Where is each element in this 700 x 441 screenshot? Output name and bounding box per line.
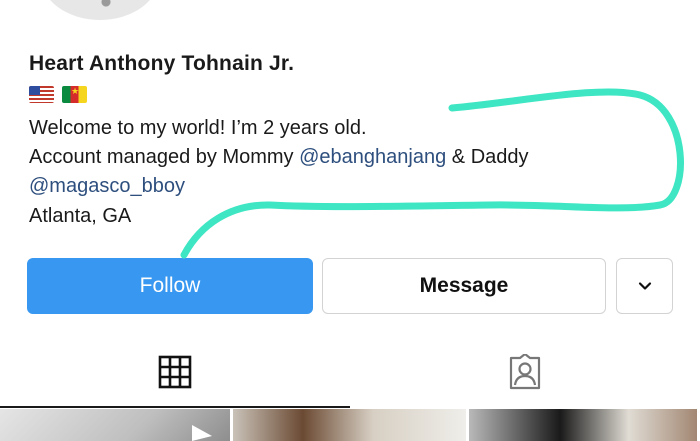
message-button[interactable]: Message bbox=[322, 258, 606, 314]
more-options-button[interactable] bbox=[616, 258, 673, 314]
grid-icon bbox=[158, 355, 192, 389]
cameroon-flag-icon bbox=[62, 86, 87, 103]
post-thumbnail[interactable] bbox=[469, 409, 697, 441]
profile-location: Atlanta, GA bbox=[29, 205, 132, 227]
bio-flags bbox=[29, 86, 87, 103]
bio-line-3: @magasco_bboy bbox=[29, 175, 185, 198]
us-flag-icon bbox=[29, 86, 54, 103]
tagged-person-icon bbox=[509, 354, 541, 390]
tab-posts-grid[interactable] bbox=[155, 352, 195, 392]
profile-name: Heart Anthony Tohnain Jr. bbox=[29, 52, 295, 75]
post-thumbnail[interactable] bbox=[233, 409, 466, 441]
mention-magasco-link[interactable]: @magasco_bboy bbox=[29, 175, 185, 197]
bio-line-2: Account managed by Mommy @ebanghanjang &… bbox=[29, 146, 529, 169]
active-tab-indicator bbox=[0, 406, 350, 408]
tab-tagged[interactable] bbox=[505, 352, 545, 392]
mention-ebanghanjang-link[interactable]: @ebanghanjang bbox=[299, 146, 446, 168]
post-thumbnails bbox=[0, 409, 700, 441]
play-icon bbox=[192, 425, 212, 441]
follow-button[interactable]: Follow bbox=[27, 258, 313, 314]
bio-line-2-suffix: & Daddy bbox=[446, 146, 529, 168]
profile-avatar[interactable] bbox=[40, 0, 160, 20]
bio-line-2-text: Account managed by Mommy bbox=[29, 146, 300, 168]
bio-line-1: Welcome to my world! I’m 2 years old. bbox=[29, 117, 367, 139]
chevron-down-icon bbox=[638, 282, 651, 290]
